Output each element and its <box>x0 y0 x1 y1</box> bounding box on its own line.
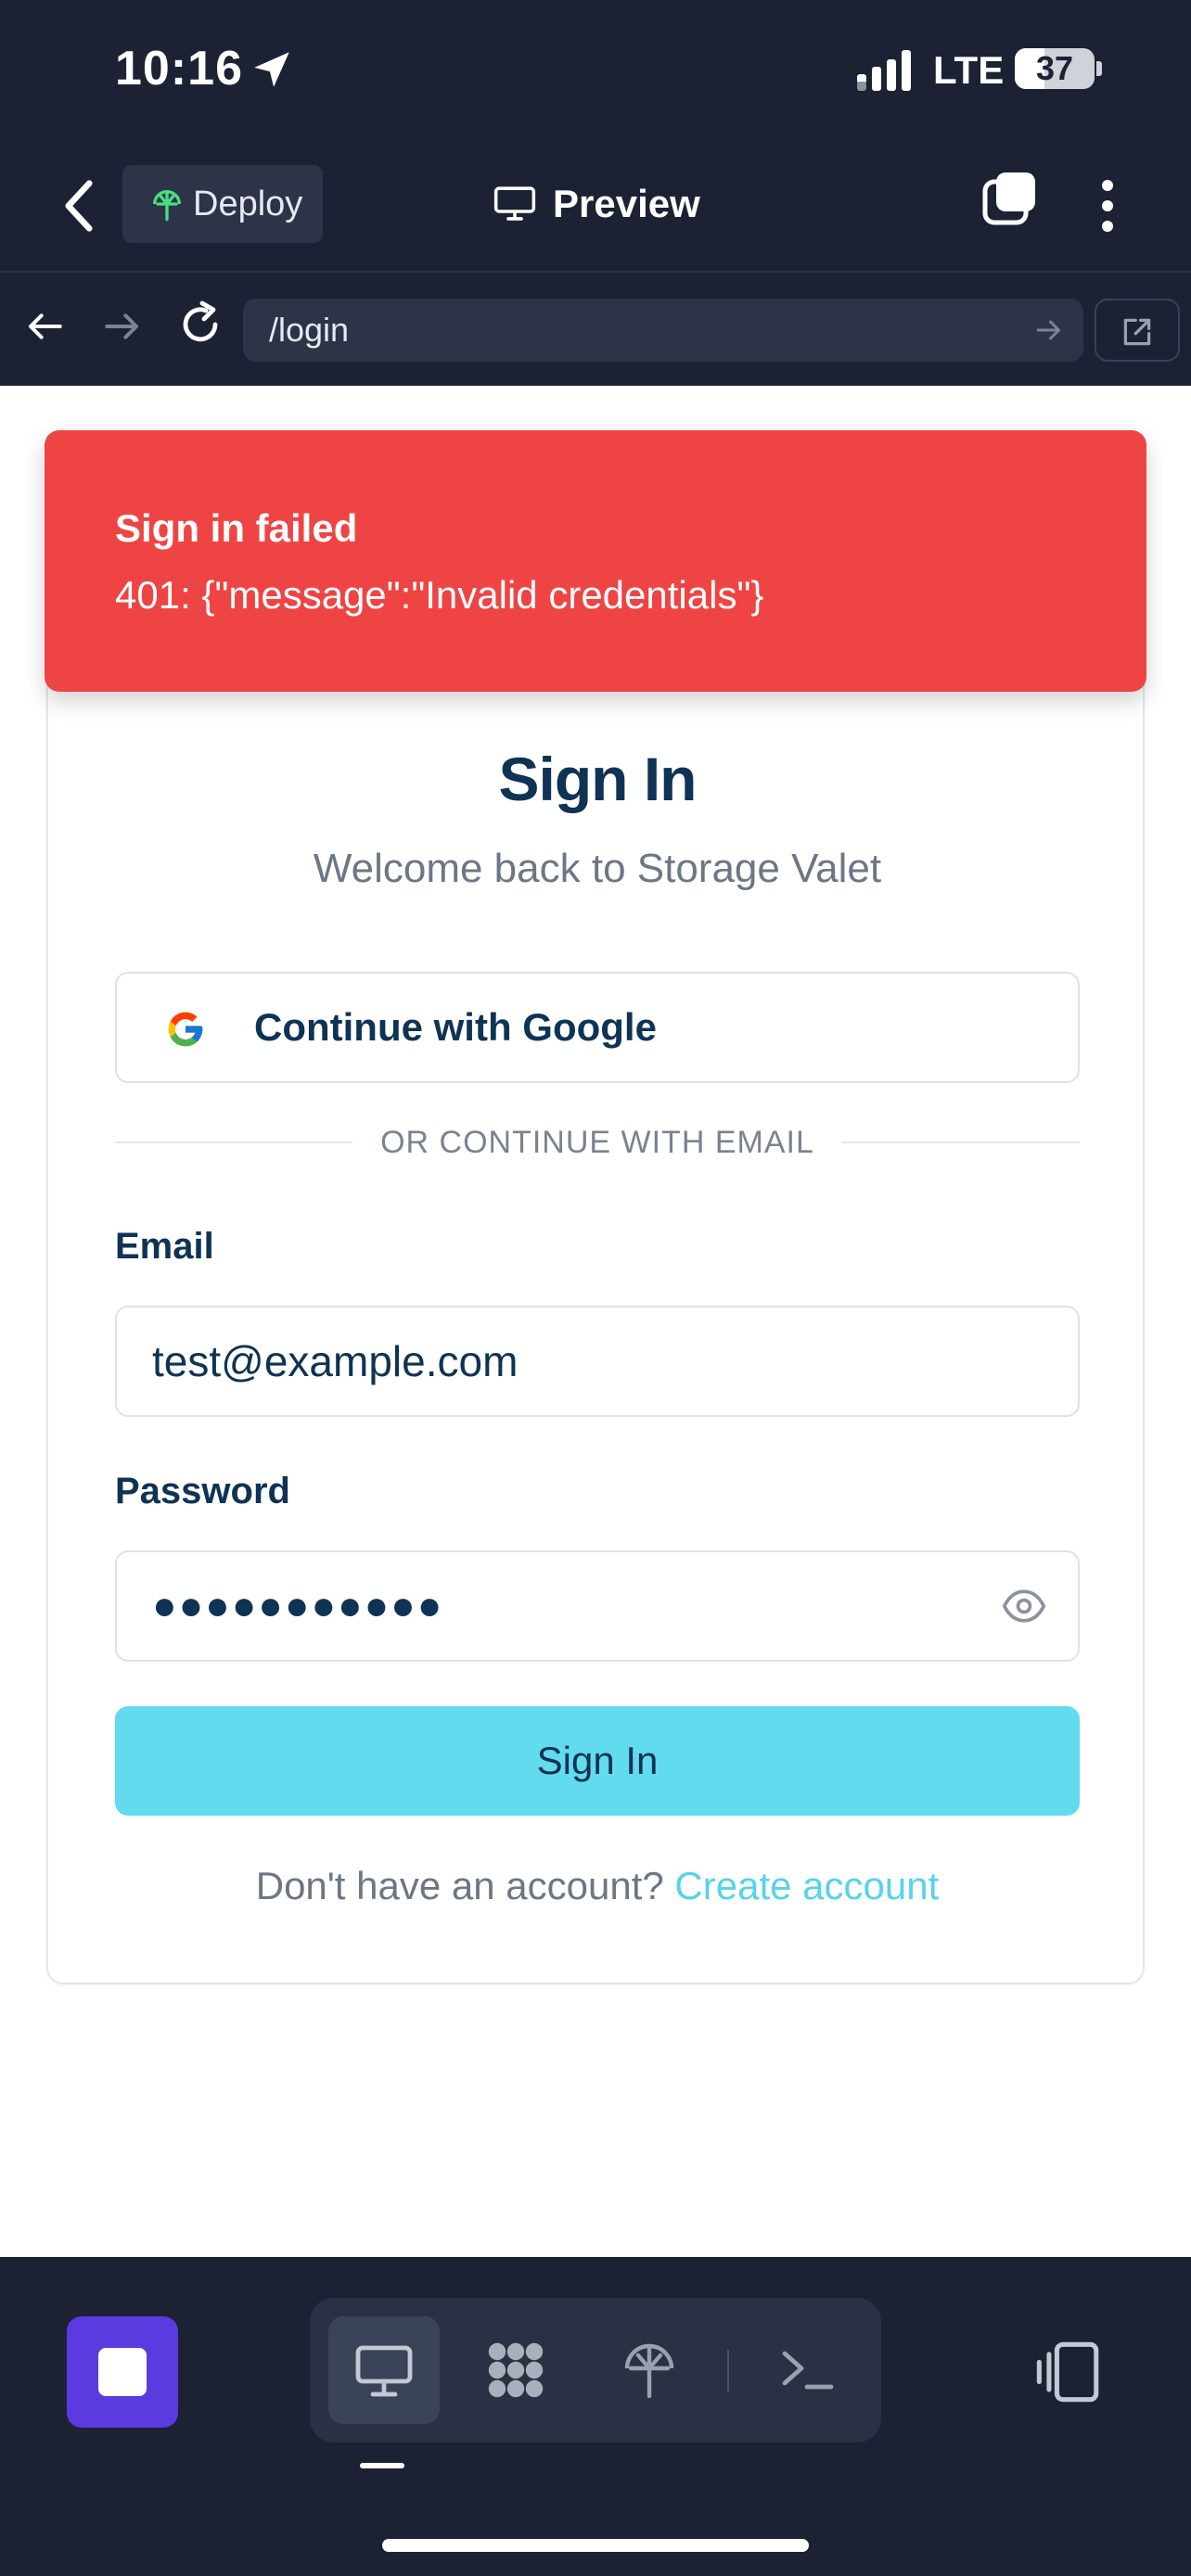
browser-bar: /login <box>0 274 1191 386</box>
sign-in-label: Sign In <box>536 1739 659 1782</box>
tabs-icon[interactable] <box>981 171 1037 226</box>
password-field[interactable]: ●●●●●●●●●●● <box>115 1550 1080 1662</box>
deploy-icon <box>153 190 181 222</box>
device-layout-icon[interactable] <box>1033 2340 1100 2404</box>
email-value: test@example.com <box>152 1337 519 1385</box>
show-password-eye-icon[interactable] <box>1002 1588 1046 1625</box>
sign-in-button[interactable]: Sign In <box>115 1706 1080 1816</box>
create-account-link[interactable]: Create account <box>674 1864 939 1907</box>
monitor-icon <box>493 186 536 221</box>
desktop-preview-tool[interactable] <box>328 2316 440 2424</box>
battery-level: 37 <box>1035 49 1074 87</box>
toast-message: 401: {"message":"Invalid credentials"} <box>115 573 764 617</box>
app-nav: Deploy Preview <box>0 139 1191 273</box>
tool-switcher <box>310 2298 881 2442</box>
email-field[interactable]: test@example.com <box>115 1306 1080 1417</box>
external-link-icon <box>1123 318 1151 346</box>
terminal-tool[interactable] <box>751 2316 863 2424</box>
deploy-label: Deploy <box>193 185 303 223</box>
location-arrow-icon <box>254 52 289 87</box>
apps-tool[interactable] <box>460 2316 571 2424</box>
active-tool-indicator <box>360 2463 404 2468</box>
deploy-tool[interactable] <box>594 2316 705 2424</box>
desktop-preview-icon <box>355 2345 413 2397</box>
reload-icon[interactable] <box>178 300 223 349</box>
url-text: /login <box>269 311 350 349</box>
page-title: Sign In <box>498 745 698 813</box>
open-external-button[interactable] <box>1095 299 1180 362</box>
clock: 10:16 <box>115 42 243 96</box>
deploy-icon <box>624 2343 674 2399</box>
error-toast[interactable]: Sign in failed 401: {"message":"Invalid … <box>45 430 1146 692</box>
bottom-toolbar <box>0 2257 1191 2576</box>
google-signin-label: Continue with Google <box>254 1005 657 1049</box>
battery-icon: 37 <box>1015 48 1095 89</box>
tool-separator <box>727 2350 729 2392</box>
apps-grid-icon <box>488 2342 544 2398</box>
stop-icon <box>98 2348 147 2396</box>
deploy-button[interactable]: Deploy <box>122 165 323 243</box>
top-chrome: 10:16 LTE 37 Deploy Preview /login <box>0 0 1191 386</box>
login-card: Sign In Welcome back to Storage Valet Co… <box>46 668 1145 1984</box>
back-chevron-icon[interactable] <box>58 178 100 234</box>
url-input[interactable]: /login <box>243 299 1083 362</box>
password-label: Password <box>115 1471 290 1511</box>
toast-title: Sign in failed <box>115 506 358 550</box>
status-bar: 10:16 LTE 37 <box>0 0 1191 139</box>
browser-back-icon[interactable] <box>26 310 63 343</box>
more-options-icon[interactable] <box>1091 176 1124 236</box>
browser-forward-icon[interactable] <box>104 310 141 343</box>
signal-icon <box>857 50 911 91</box>
google-signin-button[interactable]: Continue with Google <box>115 972 1080 1083</box>
email-label: Email <box>115 1226 214 1267</box>
signup-prompt-text: Don't have an account? <box>255 1864 664 1907</box>
home-indicator <box>382 2539 809 2552</box>
terminal-icon <box>782 2351 834 2390</box>
page-subtitle: Welcome back to Storage Valet <box>313 846 882 891</box>
network-type: LTE <box>933 48 1005 92</box>
or-divider: OR CONTINUE WITH EMAIL <box>115 1124 1080 1161</box>
password-value: ●●●●●●●●●●● <box>152 1583 444 1628</box>
battery-tip <box>1096 61 1102 76</box>
go-arrow-icon[interactable] <box>1035 317 1063 343</box>
google-logo-icon <box>168 1012 203 1047</box>
preview-label: Preview <box>553 182 700 225</box>
stop-button[interactable] <box>67 2316 178 2428</box>
signup-prompt: Don't have an account? Create account <box>48 1864 1146 1908</box>
